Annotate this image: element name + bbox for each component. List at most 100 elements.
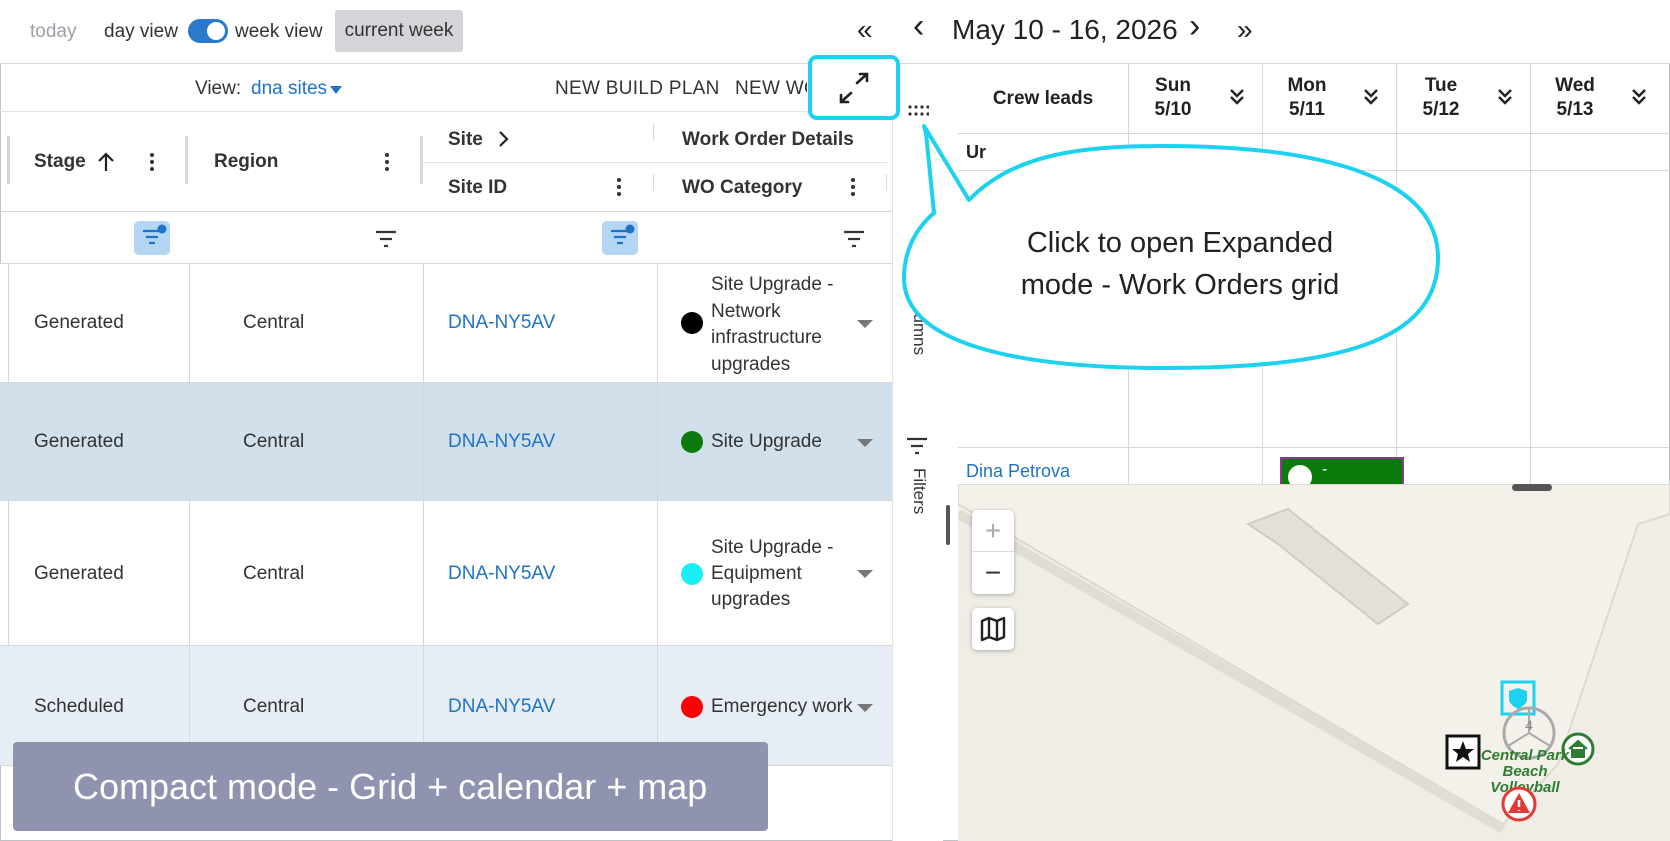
site-group-header[interactable]: Site bbox=[448, 129, 483, 151]
site-id-link[interactable]: DNA-NY5AV bbox=[448, 696, 555, 718]
filters-tab[interactable]: Filters bbox=[909, 468, 929, 514]
expand-icon bbox=[839, 72, 869, 104]
wo-category-cell: Emergency work bbox=[711, 696, 853, 718]
double-chevron-down-icon[interactable] bbox=[1497, 88, 1513, 106]
new-wo-button[interactable]: NEW WO bbox=[735, 78, 807, 100]
zoom-in-button[interactable]: + bbox=[972, 510, 1014, 552]
site-id-link[interactable]: DNA-NY5AV bbox=[448, 431, 555, 453]
wo-category-cell: Site Upgrade bbox=[711, 431, 822, 453]
table-row[interactable]: Generated Central DNA-NY5AV Site Upgrade bbox=[0, 383, 892, 501]
view-label: View: bbox=[195, 78, 242, 99]
stage-cell: Scheduled bbox=[34, 696, 124, 717]
category-line: Site Upgrade - bbox=[711, 537, 834, 558]
category-color-dot bbox=[681, 563, 703, 585]
map-resize-handle[interactable] bbox=[1512, 484, 1552, 491]
category-line: Site Upgrade - bbox=[711, 274, 834, 295]
new-build-plan-button[interactable]: NEW BUILD PLAN bbox=[555, 78, 720, 100]
chevron-right-icon[interactable] bbox=[497, 130, 509, 148]
category-color-dot bbox=[681, 696, 703, 718]
chevron-down-icon[interactable] bbox=[857, 570, 873, 578]
filter-icon[interactable] bbox=[842, 229, 866, 249]
zoom-control: + − bbox=[972, 510, 1014, 594]
category-line: upgrades bbox=[711, 353, 791, 375]
column-divider bbox=[420, 136, 423, 184]
site-id-header[interactable]: Site ID bbox=[448, 177, 507, 199]
view-toggle[interactable] bbox=[188, 19, 228, 43]
view-selector[interactable]: dna sites bbox=[251, 78, 327, 100]
expand-button[interactable] bbox=[808, 55, 900, 120]
cell-divider bbox=[423, 264, 424, 383]
wo-category-cell: Site Upgrade - Network infrastructure up… bbox=[711, 272, 834, 378]
filter-icon[interactable] bbox=[905, 436, 929, 456]
zoom-out-button[interactable]: − bbox=[972, 552, 1014, 594]
splitter-handle[interactable] bbox=[946, 505, 950, 545]
callout-line: mode - Work Orders grid bbox=[1020, 269, 1340, 301]
double-chevron-down-icon[interactable] bbox=[1631, 88, 1647, 106]
drag-handle-icon[interactable] bbox=[907, 104, 929, 118]
stage-cell: Generated bbox=[34, 431, 124, 452]
first-week-icon[interactable]: « bbox=[857, 14, 873, 46]
double-chevron-down-icon[interactable] bbox=[1363, 88, 1379, 106]
stage-menu-icon[interactable] bbox=[150, 153, 154, 174]
day-header: Wed 5/13 bbox=[1555, 75, 1595, 120]
filter-icon[interactable] bbox=[374, 229, 398, 249]
double-chevron-down-icon[interactable] bbox=[1229, 88, 1245, 106]
current-week-button[interactable]: current week bbox=[335, 10, 463, 52]
crew-lead-link[interactable]: Dina Petrova bbox=[966, 461, 1070, 482]
day-view-label[interactable]: day view bbox=[104, 21, 178, 43]
filter-active-icon[interactable] bbox=[134, 221, 170, 255]
category-color-dot bbox=[681, 312, 703, 334]
wo-category-menu-icon[interactable] bbox=[851, 178, 855, 199]
stage-cell: Generated bbox=[34, 563, 124, 584]
site-id-link[interactable]: DNA-NY5AV bbox=[448, 312, 555, 334]
column-divider bbox=[653, 174, 654, 190]
sort-ascending-icon[interactable] bbox=[96, 151, 116, 173]
region-header[interactable]: Region bbox=[214, 151, 278, 173]
table-row[interactable]: Generated Central DNA-NY5AV Site Upgrade… bbox=[0, 501, 892, 646]
wo-category-cell: Site Upgrade - Equipment upgrades bbox=[711, 535, 834, 613]
day-header: Tue 5/12 bbox=[1422, 75, 1460, 120]
region-cell: Central bbox=[243, 312, 305, 333]
alert-marker-icon[interactable] bbox=[1500, 786, 1538, 822]
cell-divider bbox=[8, 501, 9, 646]
calendar-row-divider bbox=[958, 447, 1670, 448]
star-marker-icon[interactable] bbox=[1445, 734, 1481, 770]
next-week-icon[interactable]: › bbox=[1189, 9, 1200, 43]
prev-week-icon[interactable]: ‹ bbox=[913, 9, 924, 43]
week-view-label[interactable]: week view bbox=[235, 21, 323, 43]
chevron-down-icon[interactable] bbox=[857, 439, 873, 447]
callout-line: Click to open Expanded bbox=[1026, 227, 1334, 259]
today-button[interactable]: today bbox=[30, 21, 76, 43]
stage-cell: Generated bbox=[34, 312, 124, 333]
table-row[interactable]: Generated Central DNA-NY5AV Site Upgrade… bbox=[0, 264, 892, 383]
day-header: Mon 5/11 bbox=[1287, 75, 1327, 120]
crew-leads-header: Crew leads bbox=[992, 88, 1094, 109]
chevron-down-icon[interactable] bbox=[857, 704, 873, 712]
callout-text: Click to open Expanded mode - Work Order… bbox=[950, 222, 1410, 306]
column-divider bbox=[7, 136, 10, 184]
category-line: infrastructure bbox=[711, 327, 822, 348]
chevron-down-icon[interactable] bbox=[857, 320, 873, 328]
chevron-down-icon[interactable] bbox=[330, 86, 342, 94]
cell-divider bbox=[657, 501, 658, 646]
column-divider bbox=[653, 124, 654, 140]
site-id-menu-icon[interactable] bbox=[617, 178, 621, 199]
toggle-knob bbox=[207, 22, 225, 40]
column-divider bbox=[185, 136, 188, 184]
stage-header[interactable]: Stage bbox=[34, 151, 86, 173]
region-cell: Central bbox=[243, 431, 305, 452]
work-order-details-header[interactable]: Work Order Details bbox=[682, 129, 854, 151]
event-label: - bbox=[1322, 461, 1328, 478]
cell-divider bbox=[657, 383, 658, 501]
site-id-link[interactable]: DNA-NY5AV bbox=[448, 563, 555, 585]
map-type-button[interactable] bbox=[972, 608, 1014, 650]
cell-divider bbox=[189, 264, 190, 383]
wo-category-header[interactable]: WO Category bbox=[682, 177, 802, 199]
region-menu-icon[interactable] bbox=[385, 153, 389, 174]
calendar-event[interactable]: - bbox=[1280, 457, 1404, 489]
last-week-icon[interactable]: » bbox=[1237, 14, 1253, 46]
cell-divider bbox=[8, 264, 9, 383]
day-header: Sun 5/10 bbox=[1154, 75, 1192, 120]
category-line: upgrades bbox=[711, 589, 791, 610]
filter-active-icon[interactable] bbox=[602, 221, 638, 255]
